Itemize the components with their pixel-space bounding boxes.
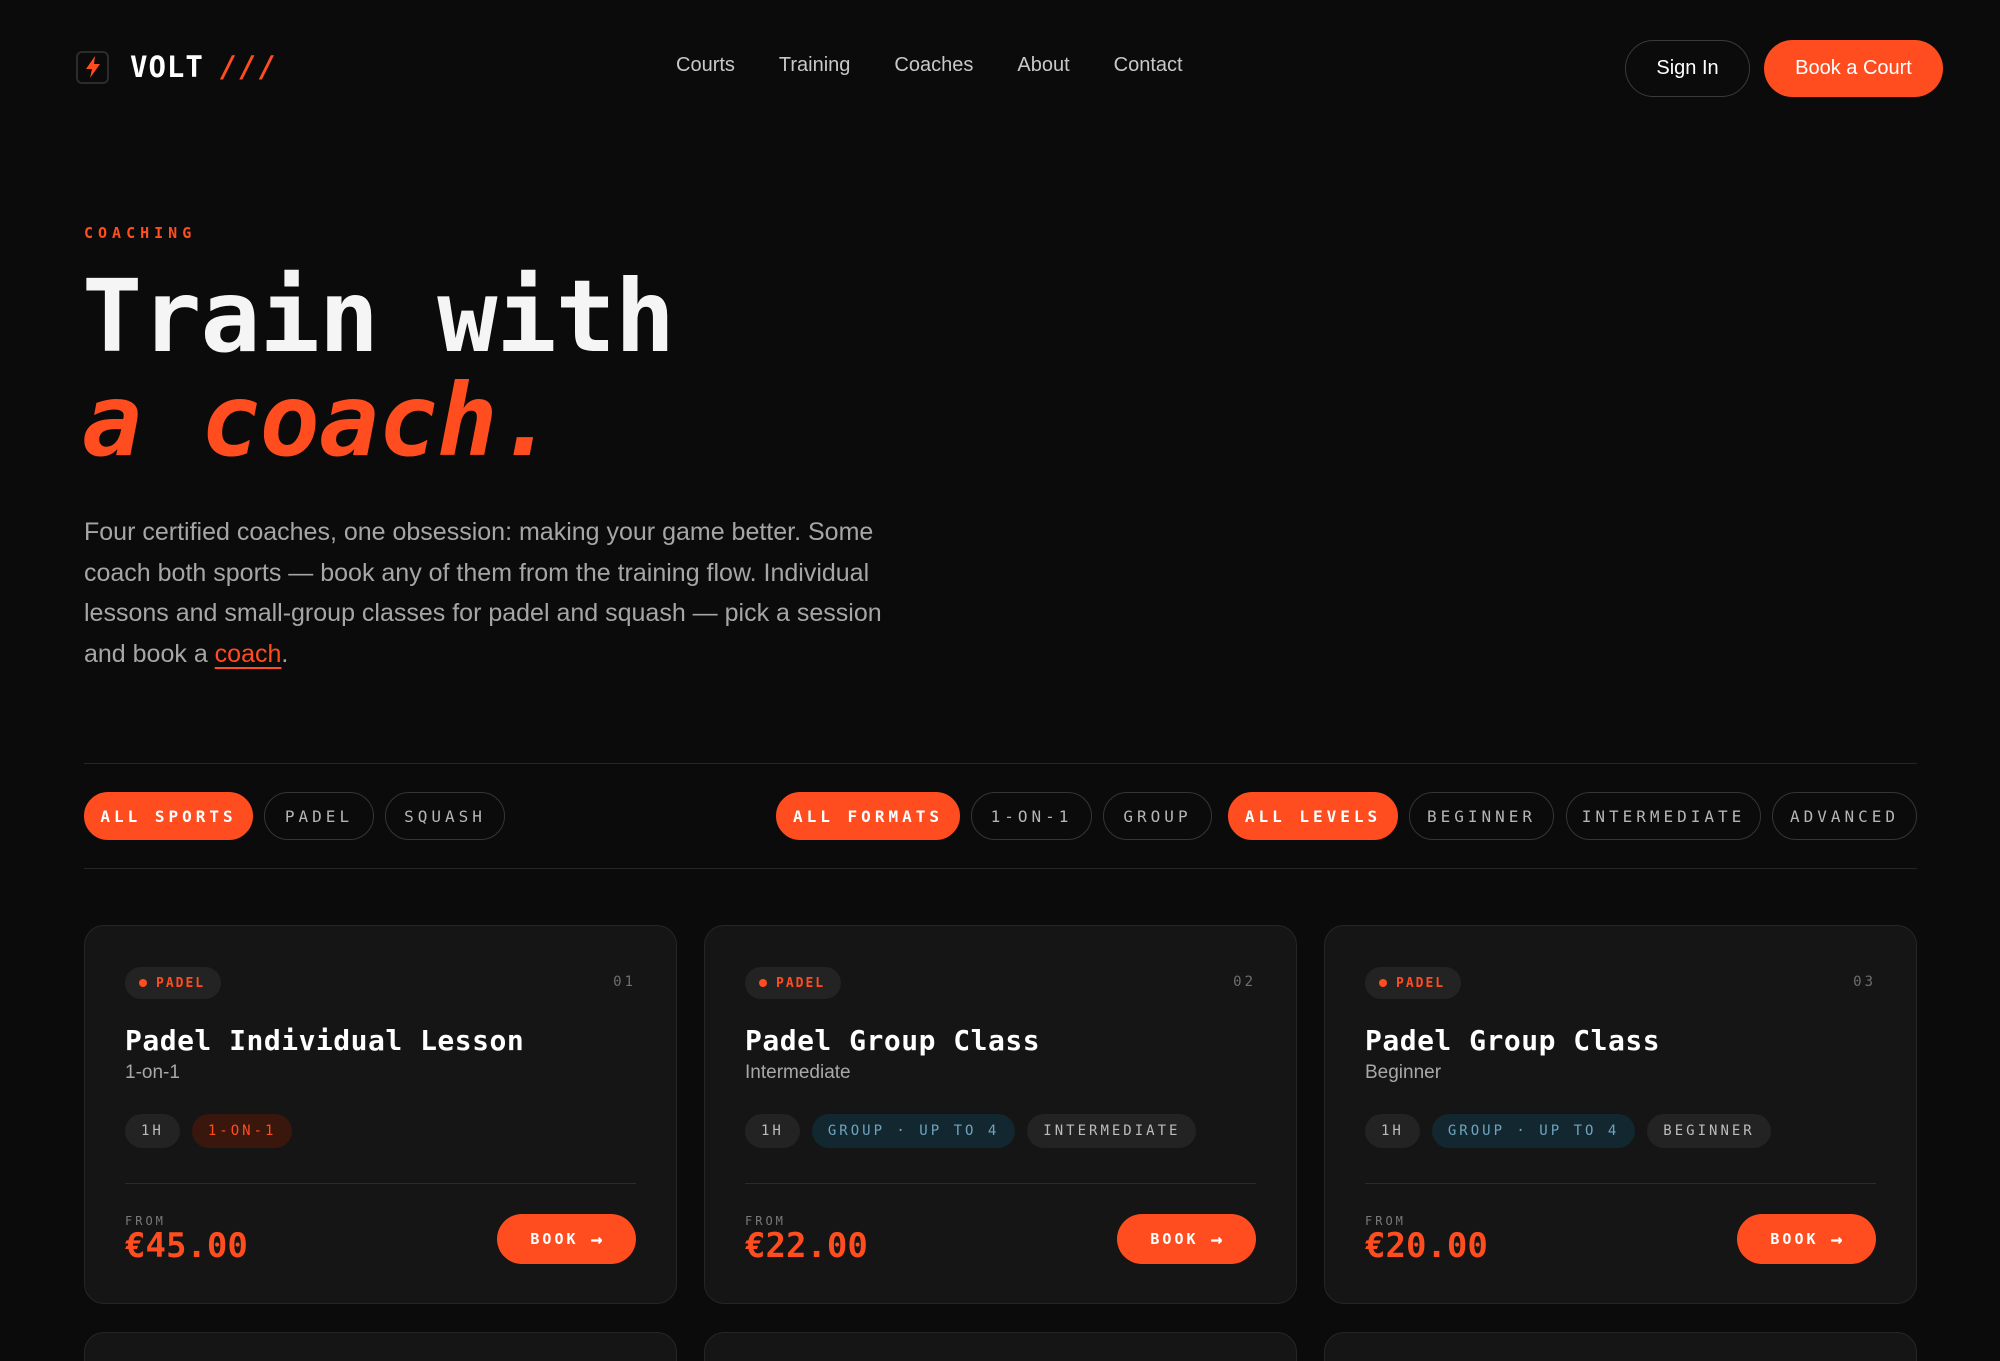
- price: €45.00: [125, 1226, 248, 1266]
- price: €22.00: [745, 1226, 868, 1266]
- nav-about[interactable]: About: [1017, 54, 1069, 77]
- nav-training[interactable]: Training: [779, 54, 851, 77]
- hero-description-text: Four certified coaches, one obsession: m…: [84, 518, 882, 668]
- level-tag: INTERMEDIATE: [1027, 1114, 1197, 1148]
- sport-badge-label: PADEL: [776, 975, 826, 991]
- dot-icon: [139, 979, 147, 987]
- card-title: Padel Group Class: [1365, 1024, 1661, 1057]
- nav-contact[interactable]: Contact: [1114, 54, 1183, 77]
- sport-badge: PADEL: [1365, 967, 1462, 999]
- section-eyebrow: COACHING: [84, 224, 197, 242]
- arrow-right-icon: →: [1210, 1227, 1223, 1251]
- hero-description: Four certified coaches, one obsession: m…: [84, 512, 894, 674]
- book-button-label: BOOK: [1770, 1230, 1819, 1248]
- card-number: 01: [613, 974, 636, 990]
- sign-in-button[interactable]: Sign In: [1625, 40, 1750, 97]
- card-tags: 1H GROUP · UP TO 4 INTERMEDIATE: [745, 1114, 1197, 1148]
- session-card-partial[interactable]: [704, 1332, 1297, 1361]
- brand-logo[interactable]: VOLT ///: [76, 50, 278, 84]
- filters-bottom-divider: [84, 868, 1917, 869]
- filter-intermediate[interactable]: INTERMEDIATE: [1566, 792, 1761, 840]
- book-button[interactable]: BOOK →: [497, 1214, 636, 1264]
- filter-all-sports[interactable]: ALL SPORTS: [84, 792, 253, 840]
- coach-link[interactable]: coach: [215, 640, 282, 668]
- sport-badge: PADEL: [125, 967, 222, 999]
- session-card[interactable]: PADEL 03 Padel Group Class Beginner 1H G…: [1324, 925, 1917, 1304]
- main-nav: Courts Training Coaches About Contact: [676, 54, 1183, 77]
- format-tag: GROUP · UP TO 4: [811, 1114, 1016, 1148]
- card-number: 03: [1853, 974, 1876, 990]
- card-tags: 1H 1-ON-1: [125, 1114, 293, 1148]
- card-tags: 1H GROUP · UP TO 4 BEGINNER: [1365, 1114, 1771, 1148]
- card-title: Padel Individual Lesson: [125, 1024, 525, 1057]
- session-card-partial[interactable]: [84, 1332, 677, 1361]
- hero-title-line2: a coach.: [82, 362, 557, 479]
- card-title: Padel Group Class: [745, 1024, 1041, 1057]
- filters-top-divider: [84, 763, 1917, 764]
- duration-tag: 1H: [745, 1114, 800, 1148]
- card-divider: [745, 1183, 1256, 1184]
- book-button[interactable]: BOOK →: [1117, 1214, 1256, 1264]
- book-court-button[interactable]: Book a Court: [1764, 40, 1943, 97]
- session-card-partial[interactable]: [1324, 1332, 1917, 1361]
- filter-beginner[interactable]: BEGINNER: [1409, 792, 1554, 840]
- filter-advanced[interactable]: ADVANCED: [1772, 792, 1917, 840]
- dot-icon: [1379, 979, 1387, 987]
- nav-coaches[interactable]: Coaches: [894, 54, 973, 77]
- card-divider: [1365, 1183, 1876, 1184]
- filter-padel[interactable]: PADEL: [264, 792, 374, 840]
- filter-squash[interactable]: SQUASH: [385, 792, 505, 840]
- sport-badge: PADEL: [745, 967, 842, 999]
- filter-group[interactable]: GROUP: [1103, 792, 1212, 840]
- price: €20.00: [1365, 1226, 1488, 1266]
- site-header: VOLT /// Courts Training Coaches About C…: [0, 0, 2000, 140]
- hero-description-end: .: [281, 639, 289, 668]
- card-subtitle: 1-on-1: [125, 1062, 180, 1083]
- sport-badge-label: PADEL: [156, 975, 206, 991]
- filter-bar: ALL SPORTS PADEL SQUASH ALL FORMATS 1-ON…: [84, 792, 1917, 842]
- card-subtitle: Beginner: [1365, 1062, 1442, 1083]
- book-button-label: BOOK: [1150, 1230, 1199, 1248]
- sport-badge-label: PADEL: [1396, 975, 1446, 991]
- format-tag: GROUP · UP TO 4: [1431, 1114, 1636, 1148]
- arrow-right-icon: →: [1830, 1227, 1843, 1251]
- duration-tag: 1H: [125, 1114, 180, 1148]
- dot-icon: [759, 979, 767, 987]
- book-button-label: BOOK: [530, 1230, 579, 1248]
- book-button[interactable]: BOOK →: [1737, 1214, 1876, 1264]
- session-card[interactable]: PADEL 01 Padel Individual Lesson 1-on-1 …: [84, 925, 677, 1304]
- card-subtitle: Intermediate: [745, 1062, 851, 1083]
- filter-1-on-1[interactable]: 1-ON-1: [971, 792, 1092, 840]
- nav-courts[interactable]: Courts: [676, 54, 735, 77]
- hero-title-line1: Train with: [82, 258, 675, 375]
- filter-all-levels[interactable]: ALL LEVELS: [1228, 792, 1398, 840]
- filter-all-formats[interactable]: ALL FORMATS: [776, 792, 960, 840]
- brand-mark: ///: [219, 50, 279, 84]
- lightning-bolt-icon: [76, 50, 109, 84]
- arrow-right-icon: →: [590, 1227, 603, 1251]
- level-tag: BEGINNER: [1647, 1114, 1771, 1148]
- session-card[interactable]: PADEL 02 Padel Group Class Intermediate …: [704, 925, 1297, 1304]
- card-number: 02: [1233, 974, 1256, 990]
- format-tag: 1-ON-1: [191, 1114, 293, 1148]
- brand-name: VOLT: [130, 50, 204, 84]
- duration-tag: 1H: [1365, 1114, 1420, 1148]
- card-divider: [125, 1183, 636, 1184]
